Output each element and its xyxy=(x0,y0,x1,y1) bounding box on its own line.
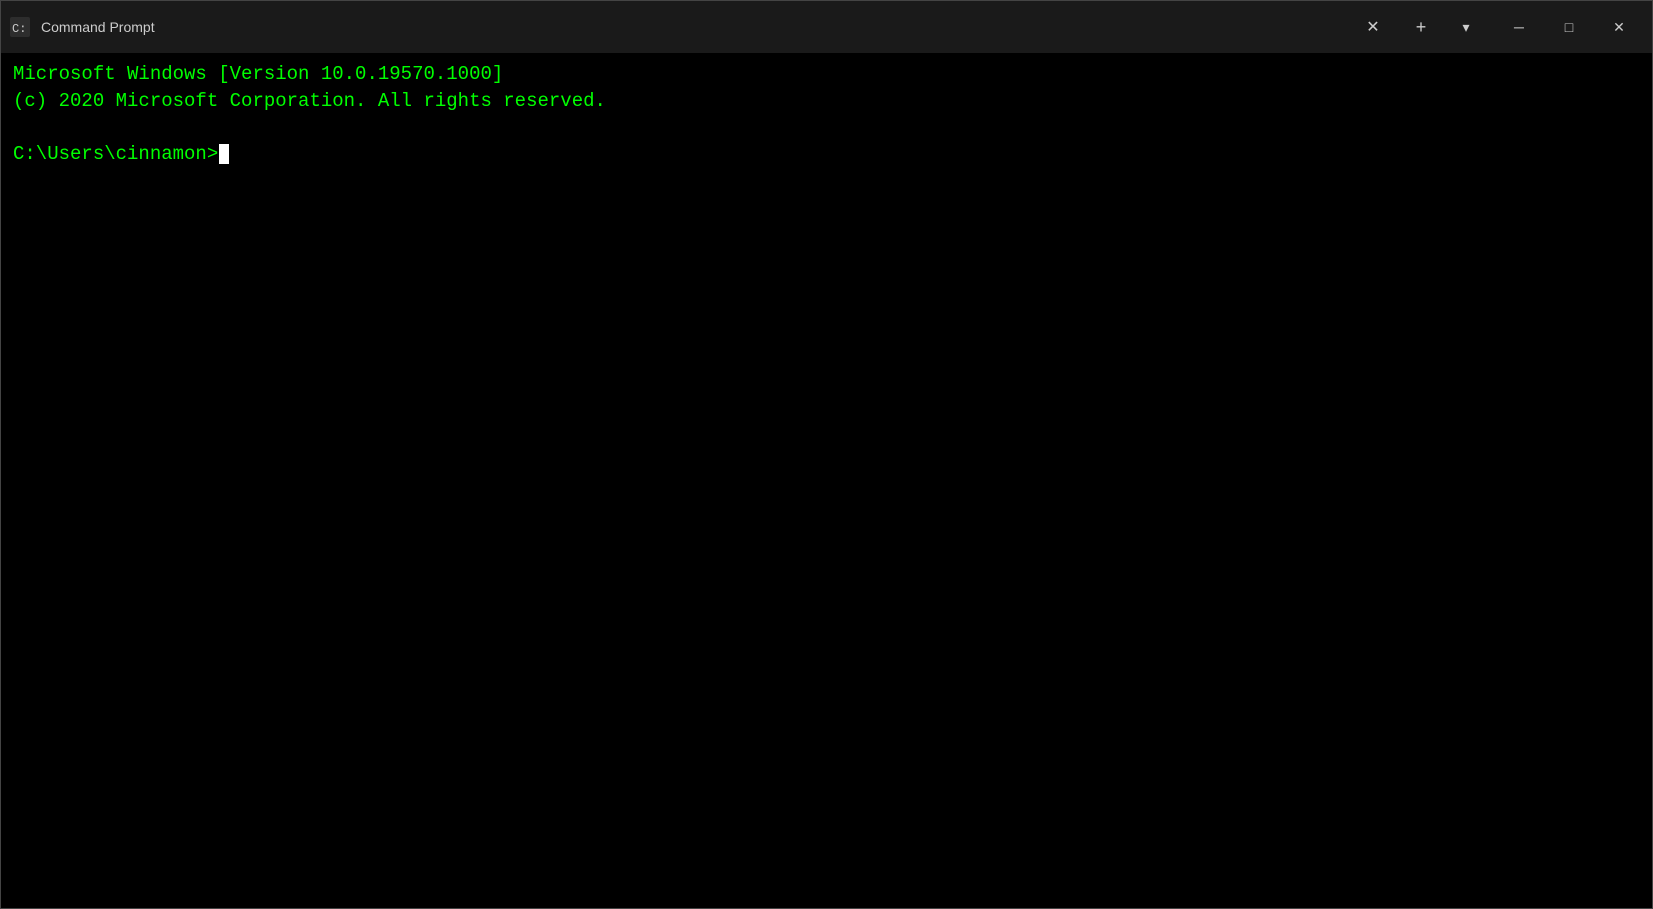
add-tab-button[interactable]: + xyxy=(1398,1,1444,53)
tab-controls: ✕ + ▾ xyxy=(1350,1,1486,53)
terminal-cursor xyxy=(219,144,229,164)
terminal-prompt: C:\Users\cinnamon> xyxy=(13,141,218,168)
cmd-icon: C: xyxy=(9,16,31,38)
window-title: Command Prompt xyxy=(41,19,155,35)
terminal-prompt-line: C:\Users\cinnamon> xyxy=(13,141,1640,168)
svg-text:C:: C: xyxy=(12,22,26,36)
minimize-button[interactable]: ─ xyxy=(1494,1,1544,53)
terminal-spacer xyxy=(13,114,1640,141)
cmd-window: C: Command Prompt ✕ + ▾ ─ □ ✕ Microsoft … xyxy=(0,0,1653,909)
terminal-line-2: (c) 2020 Microsoft Corporation. All righ… xyxy=(13,88,1640,115)
terminal-body[interactable]: Microsoft Windows [Version 10.0.19570.10… xyxy=(1,53,1652,908)
tab-dropdown-button[interactable]: ▾ xyxy=(1446,1,1486,53)
terminal-line-1: Microsoft Windows [Version 10.0.19570.10… xyxy=(13,61,1640,88)
titlebar: C: Command Prompt ✕ + ▾ ─ □ ✕ xyxy=(1,1,1652,53)
close-tab-button[interactable]: ✕ xyxy=(1350,1,1396,53)
titlebar-left: C: Command Prompt xyxy=(9,16,1350,38)
close-button[interactable]: ✕ xyxy=(1594,1,1644,53)
maximize-button[interactable]: □ xyxy=(1544,1,1594,53)
window-controls: ─ □ ✕ xyxy=(1494,1,1644,53)
